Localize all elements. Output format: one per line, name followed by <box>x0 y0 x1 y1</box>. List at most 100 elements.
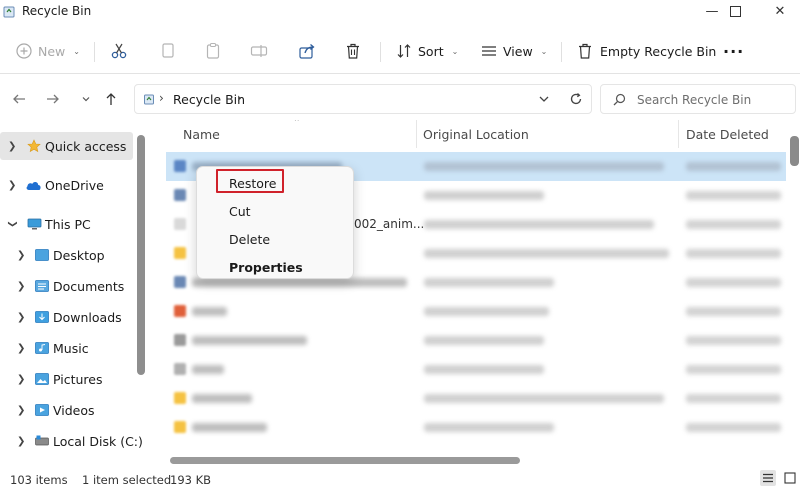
sidebar-item-local-disk[interactable]: ❯ Local Disk (C:) <box>0 427 143 455</box>
chevron-down-icon[interactable]: ❯ <box>7 220 17 228</box>
chevron-right-icon[interactable]: ❯ <box>17 436 25 447</box>
empty-recycle-bin-button[interactable]: Empty Recycle Bin <box>576 38 716 64</box>
column-divider[interactable] <box>678 120 679 148</box>
table-row[interactable] <box>166 326 786 355</box>
breadcrumb-recycle-bin[interactable]: Recycle Bin <box>173 92 245 107</box>
window-title: Recycle Bin <box>22 4 92 18</box>
chevron-right-icon[interactable]: ❯ <box>17 343 25 354</box>
sidebar-scrollbar[interactable] <box>137 135 145 375</box>
chevron-right-icon[interactable]: ❯ <box>17 312 25 323</box>
redacted-text <box>686 423 781 432</box>
redacted-text <box>424 394 664 403</box>
view-list-icon <box>482 46 496 56</box>
sidebar-item-pictures[interactable]: ❯ Pictures <box>0 365 133 393</box>
sidebar-item-quick-access[interactable]: ❯ Quick access <box>0 132 133 160</box>
redacted-text <box>686 191 781 200</box>
sidebar-item-videos[interactable]: ❯ Videos <box>0 396 133 424</box>
column-divider[interactable] <box>416 120 417 148</box>
recent-locations-button[interactable] <box>77 90 95 108</box>
sidebar-item-this-pc[interactable]: ❯ This PC <box>0 210 133 238</box>
search-input[interactable] <box>637 91 787 109</box>
more-options-button[interactable]: ··· <box>723 38 744 64</box>
sidebar-item-documents[interactable]: ❯ Documents <box>0 272 133 300</box>
desktop-folder-icon <box>35 249 49 261</box>
tiles-view-button[interactable] <box>782 470 798 486</box>
rename-icon <box>250 45 268 57</box>
redacted-text <box>686 249 781 258</box>
view-button[interactable]: View ⌄ <box>481 38 547 64</box>
arrow-left-icon <box>13 94 25 104</box>
title-bar: Recycle Bin — ✕ <box>0 0 800 24</box>
chevron-right-icon[interactable]: ❯ <box>8 141 16 152</box>
sidebar-item-desktop[interactable]: ❯ Desktop <box>0 241 133 269</box>
refresh-icon[interactable] <box>569 92 583 106</box>
horizontal-scrollbar[interactable] <box>170 457 520 464</box>
share-button[interactable] <box>298 38 316 64</box>
search-box[interactable] <box>600 84 796 114</box>
status-bar: 103 items 1 item selected 193 KB <box>0 470 800 487</box>
paste-button[interactable] <box>205 38 221 64</box>
list-vertical-scrollbar[interactable] <box>790 136 799 166</box>
table-row[interactable] <box>166 355 786 384</box>
breadcrumb-separator[interactable]: › <box>159 91 164 105</box>
file-icon <box>174 189 186 201</box>
trash-icon <box>347 43 359 59</box>
redacted-text <box>686 394 781 403</box>
table-row[interactable] <box>166 384 786 413</box>
item-count: 103 items <box>10 473 68 487</box>
file-icon <box>174 363 186 375</box>
toolbar-separator <box>380 42 381 62</box>
redacted-text <box>424 162 664 171</box>
chevron-down-icon[interactable] <box>537 92 551 106</box>
sort-ascending-icon: ⌃ <box>293 120 301 128</box>
sidebar-item-music[interactable]: ❯ Music <box>0 334 133 362</box>
rename-button[interactable] <box>250 38 268 64</box>
breadcrumb-separator[interactable]: › <box>237 91 242 105</box>
column-header-date-deleted[interactable]: Date Deleted <box>686 120 769 148</box>
chevron-right-icon[interactable]: ❯ <box>17 405 25 416</box>
redacted-text <box>424 423 554 432</box>
sort-button[interactable]: Sort ⌄ <box>396 38 458 64</box>
column-header-name[interactable]: Name <box>183 120 220 148</box>
delete-button[interactable] <box>344 38 362 64</box>
file-icon <box>174 160 186 172</box>
selection-count: 1 item selected <box>82 473 172 487</box>
column-header-original-location[interactable]: Original Location <box>423 120 529 148</box>
redacted-text <box>192 423 267 432</box>
menu-item-delete[interactable]: Delete <box>205 226 347 252</box>
restore-highlight-annotation <box>216 169 284 193</box>
new-button[interactable]: New ⌄ <box>16 38 80 64</box>
table-row[interactable] <box>166 297 786 326</box>
sidebar-item-downloads[interactable]: ❯ Downloads <box>0 303 133 331</box>
chevron-right-icon[interactable]: ❯ <box>17 281 25 292</box>
address-row: › Recycle Bin › <box>0 76 800 122</box>
redacted-text <box>192 336 307 345</box>
back-button[interactable] <box>10 90 28 108</box>
details-view-button[interactable] <box>760 470 776 486</box>
redacted-text <box>192 307 227 316</box>
chevron-right-icon[interactable]: ❯ <box>17 374 25 385</box>
menu-item-properties[interactable]: Properties <box>205 254 347 280</box>
folder-icon <box>174 421 186 433</box>
sidebar-item-onedrive[interactable]: ❯ OneDrive <box>0 171 133 199</box>
selection-size: 193 KB <box>170 473 212 487</box>
redacted-text <box>424 336 544 345</box>
menu-item-cut[interactable]: Cut <box>205 198 347 224</box>
downloads-folder-icon <box>35 311 49 323</box>
sort-icon <box>397 44 411 58</box>
address-bar[interactable]: › Recycle Bin › <box>134 84 592 114</box>
cut-button[interactable] <box>110 38 128 64</box>
table-row[interactable] <box>166 413 786 442</box>
copy-button[interactable] <box>160 38 176 64</box>
chevron-right-icon[interactable]: ❯ <box>17 250 25 261</box>
redacted-text <box>686 365 781 374</box>
file-icon <box>174 276 186 288</box>
empty-bin-icon <box>579 43 591 59</box>
computer-icon <box>27 218 42 229</box>
pictures-folder-icon <box>35 373 49 385</box>
forward-button[interactable] <box>44 90 62 108</box>
maximize-button[interactable] <box>715 0 755 22</box>
chevron-right-icon[interactable]: ❯ <box>8 180 16 191</box>
close-button[interactable]: ✕ <box>760 0 800 22</box>
up-button[interactable] <box>102 90 120 108</box>
